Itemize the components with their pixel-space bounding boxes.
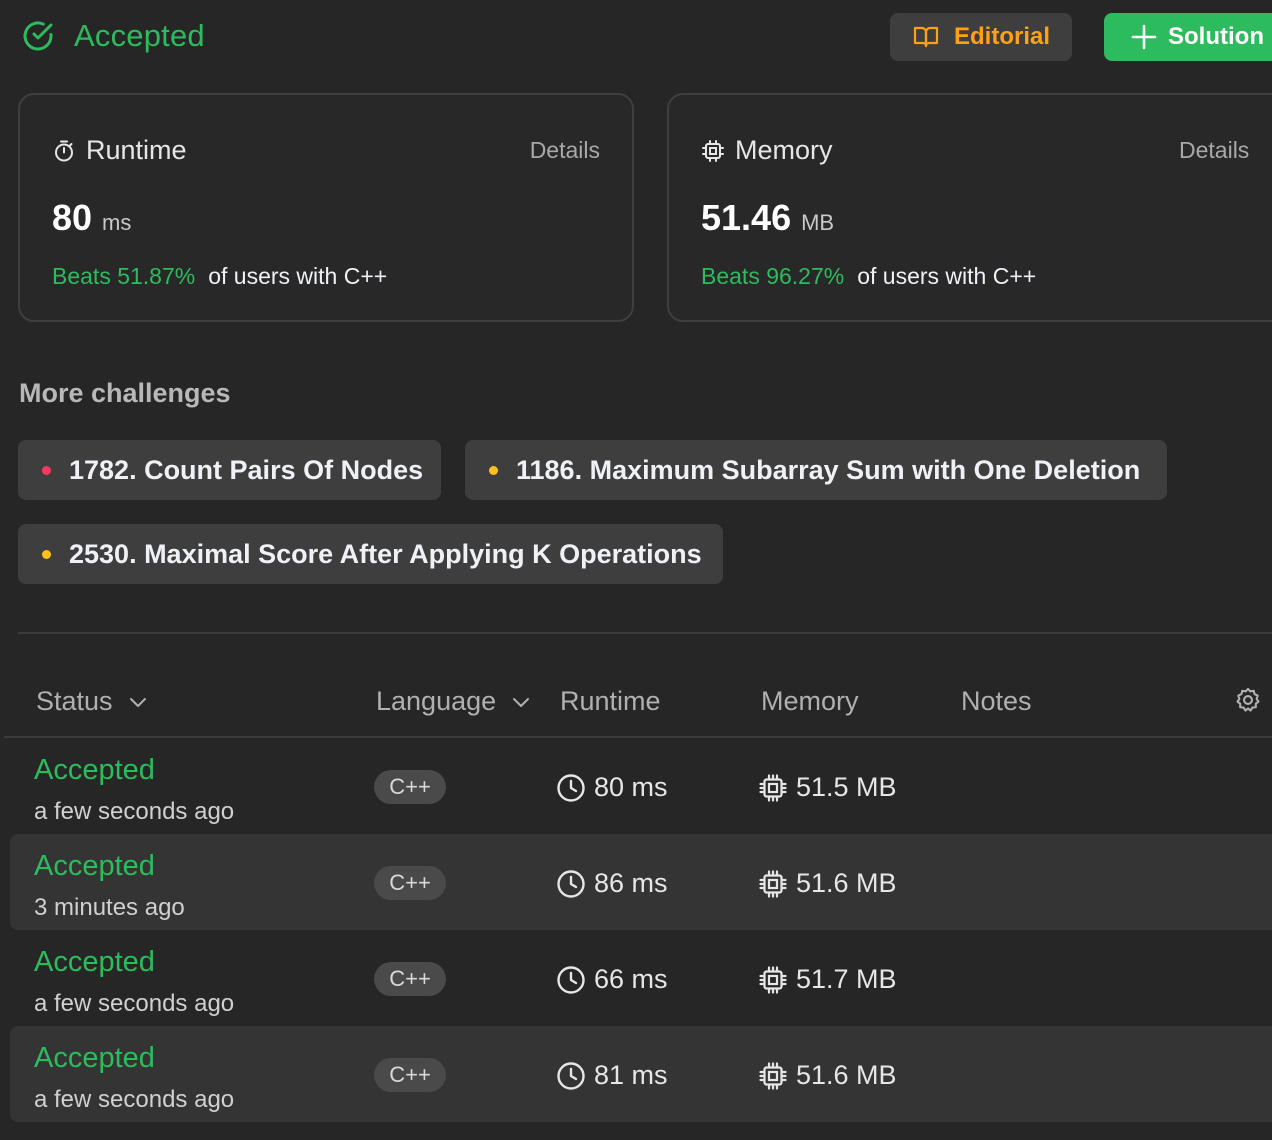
runtime-column-label: Runtime <box>560 686 661 716</box>
submission-status[interactable]: Accepted <box>34 754 155 787</box>
language-badge: C++ <box>374 1058 446 1092</box>
memory-beats-suffix: of users with C++ <box>857 263 1037 289</box>
chip-icon <box>759 965 787 994</box>
runtime-value: 86 ms <box>594 868 668 898</box>
language-badge: C++ <box>374 866 446 900</box>
table-row[interactable]: Accepted a few seconds ago C++ 80 ms 51.… <box>10 738 1272 834</box>
solution-button[interactable]: Solution <box>1104 13 1272 61</box>
chevron-down-icon <box>129 697 146 707</box>
language-column-filter[interactable]: Language <box>376 686 532 717</box>
submission-status[interactable]: Accepted <box>34 946 155 979</box>
section-divider <box>18 632 1272 634</box>
submission-time: 3 minutes ago <box>34 894 185 921</box>
memory-cell: 51.5 MB <box>758 772 897 803</box>
runtime-title-label: Runtime <box>86 135 187 165</box>
table-row[interactable]: Accepted 3 minutes ago C++ 86 ms 51.6 MB <box>10 834 1272 930</box>
clock-icon <box>557 773 585 802</box>
memory-value: 51.6 MB <box>796 868 897 898</box>
runtime-card[interactable]: Runtime Details 80 ms Beats 51.87% of us… <box>18 93 634 322</box>
editorial-label: Editorial <box>953 23 1050 50</box>
chip-icon <box>702 139 724 162</box>
memory-title-label: Memory <box>735 135 833 165</box>
memory-cell: 51.6 MB <box>758 1060 897 1091</box>
runtime-card-title: Runtime <box>52 135 187 166</box>
memory-column-header: Memory <box>761 686 859 717</box>
memory-column-label: Memory <box>761 686 859 716</box>
plus-icon <box>1131 24 1157 50</box>
result-header: Accepted Editorial Solution <box>0 0 1272 80</box>
clock-icon <box>557 869 585 898</box>
memory-unit: MB <box>801 210 835 235</box>
memory-number: 51.46 <box>701 197 792 238</box>
challenge-label: 1782. Count Pairs Of Nodes <box>69 454 424 485</box>
runtime-beats-percent: Beats 51.87% <box>52 263 196 289</box>
table-row[interactable]: Accepted a few seconds ago C++ 66 ms 51.… <box>10 930 1272 1026</box>
submission-time: a few seconds ago <box>34 1086 235 1113</box>
submissions-table-header: Status Language Runtime Memory Notes <box>4 672 1272 736</box>
runtime-cell: 66 ms <box>556 964 668 995</box>
memory-cell: 51.6 MB <box>758 868 897 899</box>
status-heading: Accepted <box>20 18 205 54</box>
difficulty-dot <box>42 465 51 475</box>
difficulty-dot <box>489 465 498 475</box>
submission-time: a few seconds ago <box>34 798 235 825</box>
runtime-beats-suffix: of users with C++ <box>208 263 388 289</box>
book-open-icon <box>913 26 939 48</box>
memory-value: 51.6 MB <box>796 1060 897 1090</box>
memory-details-link[interactable]: Details <box>1179 137 1249 164</box>
difficulty-dot <box>42 549 51 559</box>
runtime-beats: Beats 51.87% of users with C++ <box>52 263 387 290</box>
memory-beats: Beats 96.27% of users with C++ <box>701 263 1036 290</box>
status-title: Accepted <box>74 18 205 53</box>
notes-column-header: Notes <box>961 686 1032 717</box>
check-circle-icon <box>23 21 53 51</box>
more-challenges-heading: More challenges <box>19 378 231 408</box>
gear-icon[interactable] <box>1234 686 1262 714</box>
challenge-label: 1186. Maximum Subarray Sum with One Dele… <box>516 454 1141 485</box>
status-column-filter[interactable]: Status <box>36 686 149 717</box>
memory-card[interactable]: Memory Details 51.46 MB Beats 96.27% of … <box>667 93 1272 322</box>
runtime-unit: ms <box>102 210 132 235</box>
runtime-cell: 86 ms <box>556 868 668 899</box>
submission-time: a few seconds ago <box>34 990 235 1017</box>
memory-beats-percent: Beats 96.27% <box>701 263 845 289</box>
memory-value: 51.5 MB <box>796 772 897 802</box>
notes-column-label: Notes <box>961 686 1032 716</box>
runtime-cell: 81 ms <box>556 1060 668 1091</box>
memory-card-title: Memory <box>701 135 833 166</box>
memory-value: 51.46 MB <box>701 197 834 239</box>
solution-label: Solution <box>1168 23 1264 50</box>
memory-value: 51.7 MB <box>796 964 897 994</box>
runtime-cell: 80 ms <box>556 772 668 803</box>
challenge-link[interactable]: 2530. Maximal Score After Applying K Ope… <box>18 524 723 584</box>
table-row[interactable]: Accepted a few seconds ago C++ 81 ms 51.… <box>10 1026 1272 1122</box>
runtime-value: 66 ms <box>594 964 668 994</box>
runtime-number: 80 <box>52 197 93 238</box>
runtime-value: 81 ms <box>594 1060 668 1090</box>
language-badge: C++ <box>374 962 446 996</box>
language-badge: C++ <box>374 770 446 804</box>
clock-icon <box>557 965 585 994</box>
stopwatch-icon <box>55 140 73 161</box>
chevron-down-icon <box>513 697 530 707</box>
runtime-column-header: Runtime <box>560 686 661 717</box>
chip-icon <box>759 869 787 898</box>
submission-status[interactable]: Accepted <box>34 850 155 883</box>
clock-icon <box>557 1061 585 1090</box>
chip-icon <box>759 773 787 802</box>
challenge-link[interactable]: 1782. Count Pairs Of Nodes <box>18 440 441 500</box>
memory-cell: 51.7 MB <box>758 964 897 995</box>
runtime-value: 80 ms <box>594 772 668 802</box>
submission-result-panel: Accepted Editorial Solution Runtime Deta… <box>0 0 1272 1140</box>
challenge-label: 2530. Maximal Score After Applying K Ope… <box>69 538 702 569</box>
challenge-link[interactable]: 1186. Maximum Subarray Sum with One Dele… <box>465 440 1167 500</box>
submission-status[interactable]: Accepted <box>34 1042 155 1075</box>
runtime-details-link[interactable]: Details <box>530 137 600 164</box>
runtime-value: 80 ms <box>52 197 131 239</box>
chip-icon <box>759 1061 787 1090</box>
editorial-button[interactable]: Editorial <box>890 13 1072 61</box>
status-column-label: Status <box>36 686 113 716</box>
language-column-label: Language <box>376 686 497 716</box>
